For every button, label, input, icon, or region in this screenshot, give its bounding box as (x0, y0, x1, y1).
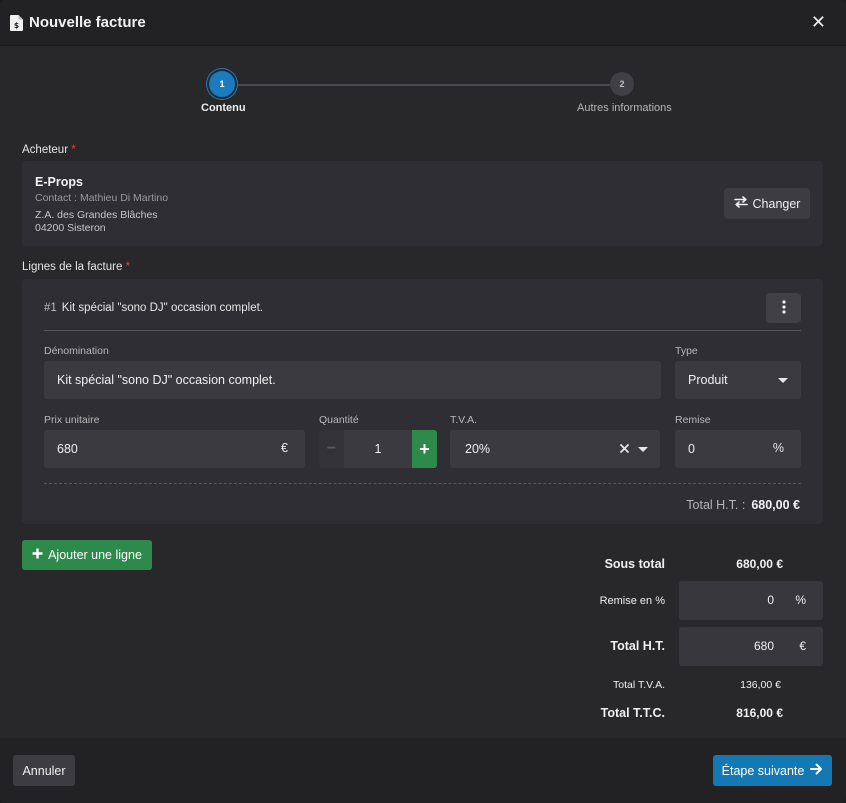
stepper-track (232, 84, 612, 86)
buyer-section-label: Acheteur * (22, 144, 76, 156)
change-button-label: Changer (752, 196, 801, 211)
percent-suffix: % (772, 441, 784, 455)
line-total-label: Total H.T. : (686, 498, 746, 512)
line-divider (44, 330, 801, 331)
unit-price-label: Prix unitaire (44, 414, 100, 426)
discount-percent-input[interactable]: 0 % (679, 581, 823, 620)
vat-select[interactable]: 20% (450, 430, 660, 468)
add-line-button[interactable]: Ajouter une ligne (22, 540, 152, 570)
buyer-label-text: Acheteur (22, 144, 69, 156)
kebab-menu-icon (781, 299, 786, 317)
quantity-decrement-button[interactable]: − (319, 430, 344, 468)
required-marker: * (71, 144, 76, 156)
quantity-increment-button[interactable]: + (412, 430, 437, 468)
total-ttc-value: 816,00 € (736, 706, 783, 720)
line-total: Total H.T. : 680,00 € (686, 498, 800, 512)
buyer-card: E-Props Contact : Mathieu Di Martino Z.A… (22, 161, 823, 246)
modal-title-text: Nouvelle facture (29, 14, 146, 31)
discount-percent-value: 0 (767, 593, 774, 607)
buyer-name: E-Props (35, 175, 83, 189)
total-tva-value: 136,00 € (740, 679, 781, 691)
swap-arrows-icon (733, 196, 748, 211)
subtotal-value: 680,00 € (736, 557, 783, 571)
denomination-label: Dénomination (44, 345, 109, 357)
lines-section-label: Lignes de la facture * (22, 261, 130, 273)
buyer-address-line1: Z.A. des Grandes Blâches (35, 209, 158, 221)
vat-value: 20% (465, 442, 491, 456)
next-step-button[interactable]: Étape suivante (713, 755, 832, 786)
invoice-line-card: #1 Kit spécial "sono DJ" occasion complet… (22, 279, 823, 524)
total-ht-label: Total H.T. (610, 639, 665, 653)
required-marker: * (125, 261, 131, 273)
clear-x-icon[interactable] (620, 442, 629, 456)
type-value: Produit (688, 373, 728, 387)
discount-label: Remise (675, 414, 711, 426)
unit-price-value: 680 (57, 442, 78, 456)
quantity-input[interactable]: 1 (344, 430, 412, 468)
vat-label: T.V.A. (450, 414, 478, 426)
denomination-input[interactable]: Kit spécial "sono DJ" occasion complet. (44, 361, 661, 399)
buyer-contact: Contact : Mathieu Di Martino (35, 192, 169, 204)
discount-value: 0 (688, 442, 695, 456)
svg-text:$: $ (14, 21, 19, 30)
total-ht-value: 680 (753, 639, 774, 653)
step-2-label: Autres informations (577, 102, 672, 114)
subtotal-label: Sous total (604, 557, 665, 571)
line-dashed-divider (44, 483, 801, 484)
discount-input[interactable]: 0 % (675, 430, 801, 468)
caret-down-icon (638, 447, 648, 452)
change-buyer-button[interactable]: Changer (724, 188, 810, 219)
modal-title: $ Nouvelle facture (10, 14, 146, 31)
line-title: Kit spécial "sono DJ" occasion complet. (61, 302, 263, 314)
line-options-button[interactable] (766, 293, 801, 323)
add-line-label: Ajouter une ligne (48, 548, 142, 562)
line-total-value: 680,00 € (751, 498, 800, 512)
next-step-label: Étape suivante (721, 763, 805, 778)
lines-label-text: Lignes de la facture (22, 261, 123, 273)
step-1-indicator[interactable]: 1 (209, 71, 235, 97)
unit-price-input[interactable]: 680 € (44, 430, 305, 468)
step-2-indicator[interactable]: 2 (610, 72, 634, 96)
modal-footer: Annuler Étape suivante (0, 738, 846, 803)
type-select[interactable]: Produit (675, 361, 801, 399)
arrow-right-icon (810, 763, 823, 778)
euro-suffix: € (799, 639, 806, 653)
total-ht-input[interactable]: 680 € (679, 627, 823, 666)
discount-percent-label: Remise en % (599, 595, 665, 607)
cancel-button[interactable]: Annuler (13, 755, 75, 786)
modal-header: $ Nouvelle facture ✕ (0, 0, 846, 46)
type-label: Type (675, 345, 698, 357)
line-number: #1 (44, 302, 57, 314)
denomination-value: Kit spécial "sono DJ" occasion complet. (57, 373, 276, 387)
invoice-document-icon: $ (10, 14, 23, 31)
quantity-label: Quantité (319, 414, 359, 426)
percent-suffix: % (795, 593, 806, 607)
invoice-modal: $ Nouvelle facture ✕ 1 2 Contenu Autres … (0, 0, 846, 803)
line-header: #1 Kit spécial "sono DJ" occasion complet… (44, 302, 263, 314)
step-1-label: Contenu (201, 102, 246, 114)
total-ttc-label: Total T.T.C. (600, 706, 665, 720)
total-tva-label: Total T.V.A. (613, 679, 665, 691)
close-icon[interactable]: ✕ (811, 12, 826, 32)
euro-suffix: € (281, 441, 288, 455)
buyer-address-line2: 04200 Sisteron (35, 222, 106, 234)
caret-down-icon (778, 378, 788, 383)
plus-icon (32, 548, 43, 562)
